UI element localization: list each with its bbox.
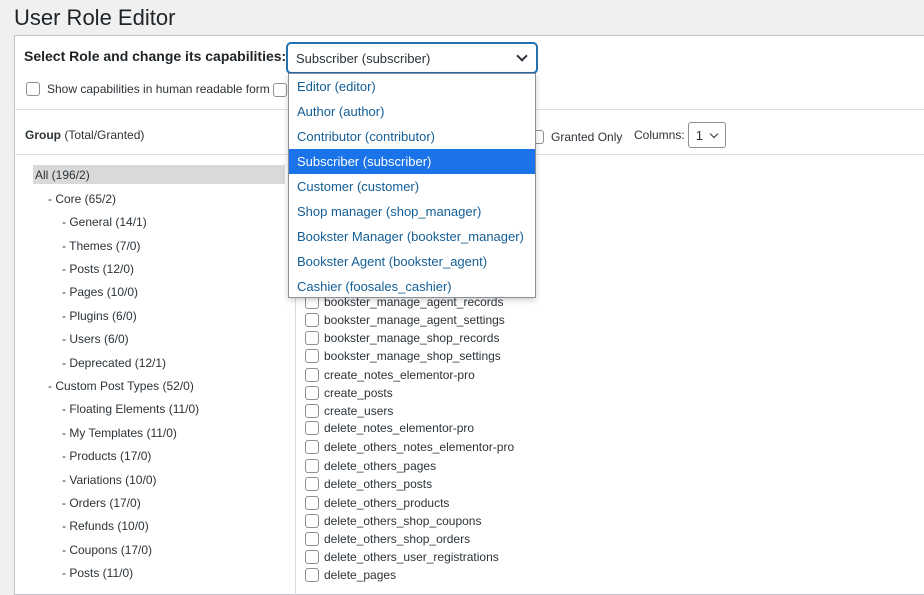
capability-label: delete_others_posts [324, 477, 433, 491]
capability-checkbox[interactable] [305, 421, 319, 435]
human-readable-checkbox[interactable] [26, 82, 40, 96]
capability-label: delete_others_products [324, 496, 450, 510]
columns-label: Columns: [634, 128, 685, 142]
group-header: Group (Total/Granted) [25, 128, 144, 142]
tree-item-themes[interactable]: - Themes (7/0) [62, 239, 140, 253]
capability-row[interactable]: bookster_manage_shop_records [305, 331, 499, 345]
capability-row[interactable]: delete_others_shop_coupons [305, 514, 481, 528]
role-select-label: Select Role and change its capabilities: [24, 48, 287, 64]
tree-item-pages[interactable]: - Pages (10/0) [62, 285, 138, 299]
capability-row[interactable]: bookster_manage_agent_settings [305, 313, 505, 327]
capability-label: delete_others_user_registrations [324, 550, 499, 564]
capability-checkbox[interactable] [305, 331, 319, 345]
role-option[interactable]: Editor (editor) [289, 74, 535, 99]
capability-checkbox[interactable] [305, 404, 319, 418]
tree-item-general[interactable]: - General (14/1) [62, 215, 147, 229]
capability-label: delete_notes_elementor-pro [324, 421, 475, 435]
capability-label: create_notes_elementor-pro [324, 368, 475, 382]
tree-item-cpt-posts[interactable]: - Posts (11/0) [62, 566, 133, 580]
capability-label: bookster_manage_agent_settings [324, 313, 505, 327]
capability-row[interactable]: delete_others_notes_elementor-pro [305, 440, 514, 454]
page-title: User Role Editor [14, 5, 176, 30]
role-option[interactable]: Contributor (contributor) [289, 124, 535, 149]
columns-value: 1 [695, 128, 703, 143]
capability-row[interactable]: delete_others_user_registrations [305, 550, 499, 564]
capability-label: bookster_manage_shop_records [324, 331, 500, 345]
tree-item-coupons[interactable]: - Coupons (17/0) [62, 543, 152, 557]
tree-item-posts[interactable]: - Posts (12/0) [62, 262, 134, 276]
capability-row[interactable]: create_notes_elementor-pro [305, 368, 475, 382]
tree-item-users[interactable]: - Users (6/0) [62, 332, 129, 346]
capability-row[interactable]: delete_others_posts [305, 477, 432, 491]
human-readable-label: Show capabilities in human readable form [47, 82, 270, 96]
capability-checkbox[interactable] [305, 477, 319, 491]
role-option[interactable]: Customer (customer) [289, 174, 535, 199]
capability-checkbox[interactable] [305, 532, 319, 546]
tree-item-plugins[interactable]: - Plugins (6/0) [62, 309, 137, 323]
role-option[interactable]: Cashier (foosales_cashier) [289, 274, 535, 299]
chevron-down-icon [516, 50, 528, 62]
role-select[interactable]: Subscriber (subscriber) [287, 43, 537, 73]
capability-label: delete_others_shop_coupons [324, 514, 482, 528]
capability-row[interactable]: delete_notes_elementor-pro [305, 421, 474, 435]
capability-checkbox[interactable] [305, 386, 319, 400]
capability-checkbox[interactable] [305, 440, 319, 454]
capability-checkbox[interactable] [305, 368, 319, 382]
columns-select[interactable]: 1 [687, 122, 726, 148]
capability-checkbox[interactable] [305, 550, 319, 564]
granted-only-label: Granted Only [551, 130, 623, 144]
group-header-title: Group [25, 128, 61, 142]
capability-row[interactable]: delete_others_shop_orders [305, 532, 470, 546]
role-option[interactable]: Bookster Manager (bookster_manager) [289, 224, 535, 249]
capability-checkbox[interactable] [305, 459, 319, 473]
secondary-option-checkbox[interactable] [273, 83, 287, 97]
role-option[interactable]: Author (author) [289, 99, 535, 124]
capability-label: create_users [324, 404, 394, 418]
columns-control: Columns: 1 [634, 122, 726, 148]
chevron-down-icon [709, 129, 718, 139]
tree-item-deprecated[interactable]: - Deprecated (12/1) [62, 356, 166, 370]
capability-row[interactable]: create_posts [305, 386, 393, 400]
capability-checkbox[interactable] [305, 514, 319, 528]
tree-item-all[interactable]: All (196/2) [33, 165, 285, 184]
granted-only-option[interactable]: Granted Only [530, 130, 622, 144]
tree-item-core[interactable]: - Core (65/2) [48, 192, 116, 206]
capability-checkbox[interactable] [305, 313, 319, 327]
capability-label: create_posts [324, 386, 393, 400]
role-option-selected[interactable]: Subscriber (subscriber) [289, 149, 535, 174]
capability-label: bookster_manage_shop_settings [324, 349, 501, 363]
role-option[interactable]: Bookster Agent (bookster_agent) [289, 249, 535, 274]
capability-row[interactable]: delete_pages [305, 568, 396, 582]
role-dropdown-list: Editor (editor) Author (author) Contribu… [288, 73, 536, 298]
capability-checkbox[interactable] [305, 349, 319, 363]
tree-item-my-templates[interactable]: - My Templates (11/0) [62, 426, 177, 440]
capability-checkbox[interactable] [305, 496, 319, 510]
capability-row[interactable]: create_users [305, 404, 393, 418]
group-header-subtitle: (Total/Granted) [64, 128, 145, 142]
tree-item-custom-post-types[interactable]: - Custom Post Types (52/0) [48, 379, 194, 393]
role-option[interactable]: Shop manager (shop_manager) [289, 199, 535, 224]
capability-label: delete_pages [324, 568, 397, 582]
capability-checkbox[interactable] [305, 568, 319, 582]
human-readable-option[interactable]: Show capabilities in human readable form [26, 82, 270, 96]
capability-row[interactable]: delete_others_pages [305, 459, 436, 473]
role-select-value: Subscriber (subscriber) [296, 51, 431, 66]
tree-item-orders[interactable]: - Orders (17/0) [62, 496, 141, 510]
capability-row[interactable]: bookster_manage_shop_settings [305, 349, 501, 363]
tree-item-floating-elements[interactable]: - Floating Elements (11/0) [62, 402, 199, 416]
capability-row[interactable]: delete_others_products [305, 496, 449, 510]
tree-item-refunds[interactable]: - Refunds (10/0) [62, 519, 149, 533]
tree-item-products[interactable]: - Products (17/0) [62, 449, 151, 463]
capability-label: delete_others_notes_elementor-pro [324, 440, 515, 454]
capability-label: delete_others_pages [324, 459, 437, 473]
tree-item-variations[interactable]: - Variations (10/0) [62, 473, 156, 487]
capability-label: delete_others_shop_orders [324, 532, 471, 546]
